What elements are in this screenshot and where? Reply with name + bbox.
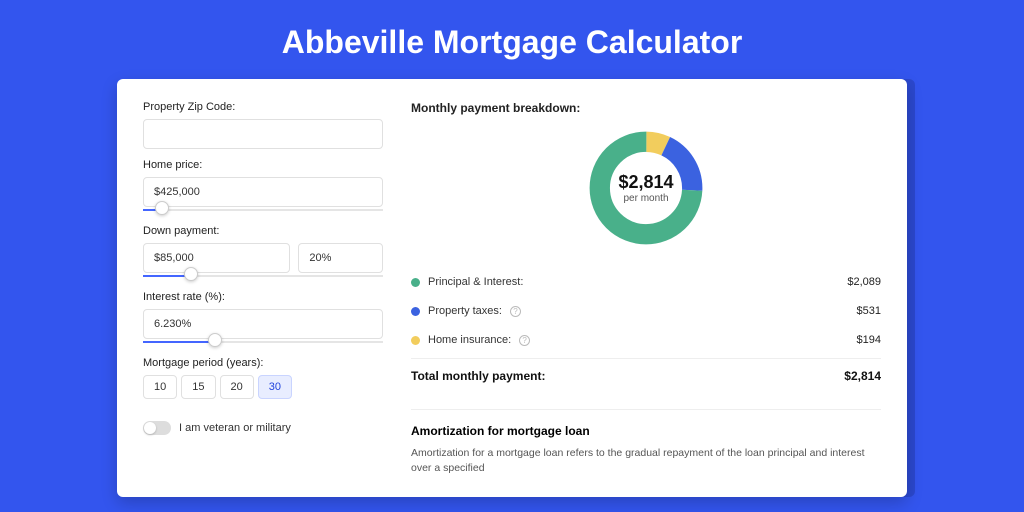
- breakdown-title: Monthly payment breakdown:: [411, 101, 881, 115]
- period-20-button[interactable]: 20: [220, 375, 254, 399]
- total-row: Total monthly payment: $2,814: [411, 358, 881, 395]
- donut-per-month: per month: [618, 193, 673, 204]
- home-price-input[interactable]: [143, 177, 383, 207]
- legend-row-insurance: Home insurance: ? $194: [411, 325, 881, 354]
- total-label: Total monthly payment:: [411, 369, 545, 383]
- down-payment-slider[interactable]: [143, 271, 383, 281]
- amortization-title: Amortization for mortgage loan: [411, 409, 881, 438]
- interest-rate-input[interactable]: [143, 309, 383, 339]
- page-title: Abbeville Mortgage Calculator: [0, 0, 1024, 79]
- legend-row-taxes: Property taxes: ? $531: [411, 296, 881, 325]
- dot-green-icon: [411, 278, 420, 287]
- legend-label: Principal & Interest:: [428, 276, 523, 288]
- legend-label: Property taxes:: [428, 305, 502, 317]
- legend-value: $531: [857, 305, 881, 317]
- veteran-toggle[interactable]: [143, 421, 171, 435]
- mortgage-period-group: 10 15 20 30: [143, 375, 383, 399]
- down-payment-input[interactable]: [143, 243, 290, 273]
- slider-thumb-icon[interactable]: [184, 267, 198, 281]
- legend-row-principal: Principal & Interest: $2,089: [411, 267, 881, 296]
- zip-input[interactable]: [143, 119, 383, 149]
- home-price-label: Home price:: [143, 159, 383, 171]
- donut-chart: $2,814 per month: [411, 127, 881, 249]
- zip-label: Property Zip Code:: [143, 101, 383, 113]
- down-payment-label: Down payment:: [143, 225, 383, 237]
- info-icon[interactable]: ?: [510, 306, 521, 317]
- dot-blue-icon: [411, 307, 420, 316]
- mortgage-period-label: Mortgage period (years):: [143, 357, 383, 369]
- slider-thumb-icon[interactable]: [208, 333, 222, 347]
- legend-value: $2,089: [847, 276, 881, 288]
- period-10-button[interactable]: 10: [143, 375, 177, 399]
- home-price-slider[interactable]: [143, 205, 383, 215]
- dot-yellow-icon: [411, 336, 420, 345]
- period-15-button[interactable]: 15: [181, 375, 215, 399]
- donut-amount: $2,814: [618, 172, 673, 193]
- veteran-label: I am veteran or military: [179, 422, 291, 434]
- down-payment-pct-input[interactable]: [298, 243, 383, 273]
- interest-rate-label: Interest rate (%):: [143, 291, 383, 303]
- legend-value: $194: [857, 334, 881, 346]
- period-30-button[interactable]: 30: [258, 375, 292, 399]
- legend-label: Home insurance:: [428, 334, 511, 346]
- interest-rate-slider[interactable]: [143, 337, 383, 347]
- amortization-body: Amortization for a mortgage loan refers …: [411, 446, 881, 475]
- info-icon[interactable]: ?: [519, 335, 530, 346]
- total-value: $2,814: [844, 369, 881, 383]
- slider-thumb-icon[interactable]: [155, 201, 169, 215]
- inputs-column: Property Zip Code: Home price: Down paym…: [143, 101, 383, 475]
- calculator-card: Property Zip Code: Home price: Down paym…: [117, 79, 907, 497]
- breakdown-column: Monthly payment breakdown: $2,814 per mo…: [411, 101, 881, 475]
